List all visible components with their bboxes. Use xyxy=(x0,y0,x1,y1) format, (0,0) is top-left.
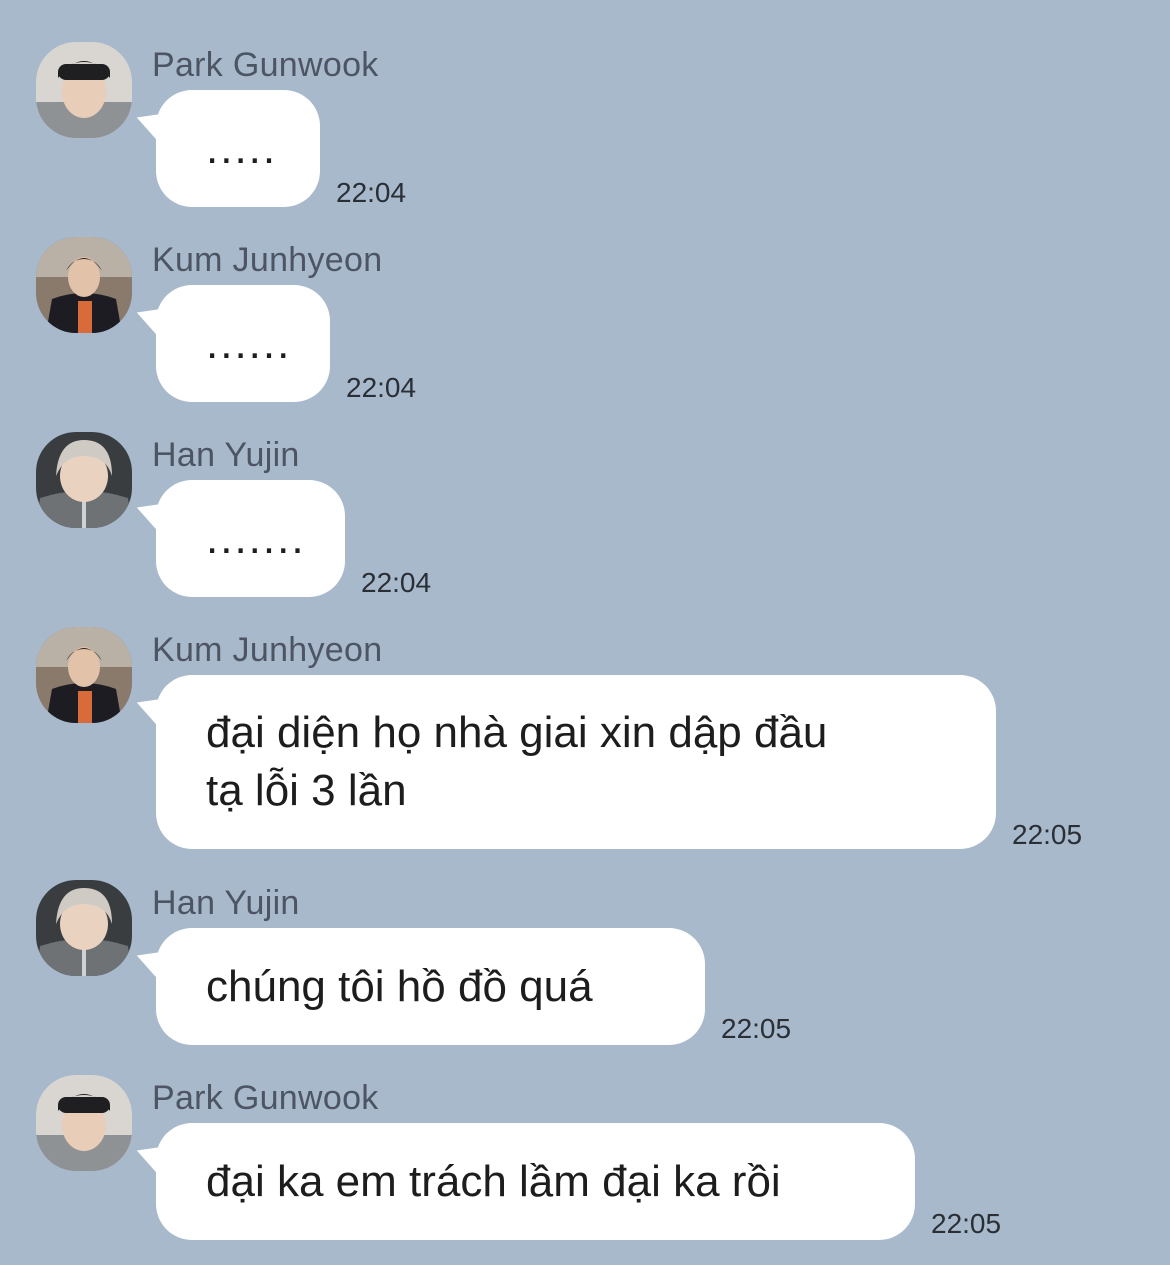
sender-name: Han Yujin xyxy=(152,436,300,474)
message-bubble[interactable]: ..... xyxy=(156,90,320,207)
avatar-icon xyxy=(36,237,132,333)
avatar-icon xyxy=(36,880,132,976)
message-text: ...... xyxy=(206,318,292,368)
message-bubble[interactable]: ....... xyxy=(156,480,345,597)
message-text: đại ka em trách lầm đại ka rồi xyxy=(206,1156,781,1206)
sender-name: Park Gunwook xyxy=(152,46,379,84)
message-time: 22:05 xyxy=(931,1208,1002,1239)
avatar-icon xyxy=(36,432,132,528)
avatar[interactable] xyxy=(36,237,132,333)
avatar-icon xyxy=(36,627,132,723)
message-bubble[interactable]: đại diện họ nhà giai xin dập đầu tạ lỗi … xyxy=(156,675,996,849)
avatar-icon xyxy=(36,42,132,138)
message-time: 22:04 xyxy=(346,372,417,403)
avatar[interactable] xyxy=(36,880,132,976)
avatar[interactable] xyxy=(36,42,132,138)
message-text-line: đại diện họ nhà giai xin dập đầu xyxy=(206,708,828,757)
message-bubble[interactable]: chúng tôi hồ đồ quá xyxy=(156,928,705,1045)
message-time: 22:04 xyxy=(361,567,432,598)
message-time: 22:04 xyxy=(336,177,407,208)
message-bubble[interactable]: ...... xyxy=(156,285,330,402)
sender-name: Han Yujin xyxy=(152,884,300,922)
message-text: ....... xyxy=(206,513,306,563)
avatar[interactable] xyxy=(36,1075,132,1171)
sender-name: Kum Junhyeon xyxy=(152,631,383,669)
message-text-line: tạ lỗi 3 lần xyxy=(206,766,407,815)
avatar[interactable] xyxy=(36,432,132,528)
sender-name: Park Gunwook xyxy=(152,1079,379,1117)
message-time: 22:05 xyxy=(1012,819,1083,850)
message-text: chúng tôi hồ đồ quá xyxy=(206,961,593,1011)
message-bubble[interactable]: đại ka em trách lầm đại ka rồi xyxy=(156,1123,915,1240)
message-time: 22:05 xyxy=(721,1013,792,1044)
sender-name: Kum Junhyeon xyxy=(152,241,383,279)
message-text: ..... xyxy=(206,123,278,173)
avatar-icon xyxy=(36,1075,132,1171)
avatar[interactable] xyxy=(36,627,132,723)
